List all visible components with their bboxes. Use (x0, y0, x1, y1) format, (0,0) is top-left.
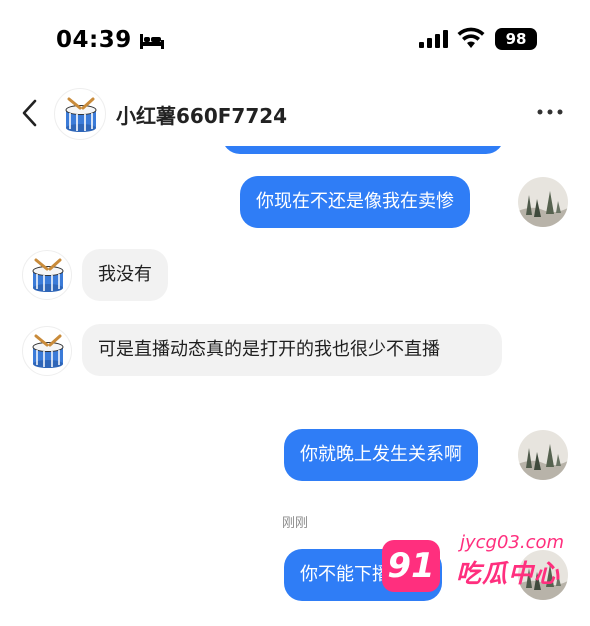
message-bubble-incoming[interactable]: 我没有 (82, 249, 168, 301)
drum-icon (32, 334, 64, 368)
message-bubble-partial (222, 146, 504, 154)
message-bubble-outgoing[interactable]: 你现在不还是像我在卖惨 (240, 176, 470, 228)
chevron-left-icon[interactable] (18, 98, 42, 128)
time-divider: 刚刚 (281, 516, 308, 531)
user-avatar[interactable] (518, 177, 568, 227)
message-bubble-incoming[interactable]: 可是直播动态真的是打开的我也很少不直播 (82, 324, 502, 376)
contact-name: 小红薯660F7724 (116, 104, 288, 128)
battery-indicator: 98 (495, 28, 537, 50)
status-bar: 04:39 98 (0, 0, 590, 80)
contact-avatar[interactable] (54, 88, 106, 140)
watermark-logo: 91 jycg03.com 吃瓜中心 (380, 532, 590, 602)
user-avatar[interactable] (518, 430, 568, 480)
drum-icon (32, 258, 64, 292)
watermark-domain: jycg03.com (460, 532, 565, 553)
contact-avatar-message[interactable] (22, 326, 72, 376)
bed-icon (140, 34, 164, 49)
contact-avatar-message[interactable] (22, 250, 72, 300)
chat-header: 小红薯660F7724 (0, 80, 590, 146)
drum-icon (65, 97, 97, 132)
status-time: 04:39 (56, 27, 132, 53)
wifi-icon (457, 27, 485, 48)
watermark-number: 91 (382, 540, 440, 592)
message-bubble-outgoing[interactable]: 你就晚上发生关系啊 (284, 429, 478, 481)
landscape-photo-icon (518, 430, 568, 480)
watermark-name: 吃瓜中心 (456, 559, 561, 588)
landscape-photo-icon (518, 177, 568, 227)
more-horizontal-icon[interactable] (536, 107, 564, 117)
cellular-signal-icon (419, 30, 448, 48)
